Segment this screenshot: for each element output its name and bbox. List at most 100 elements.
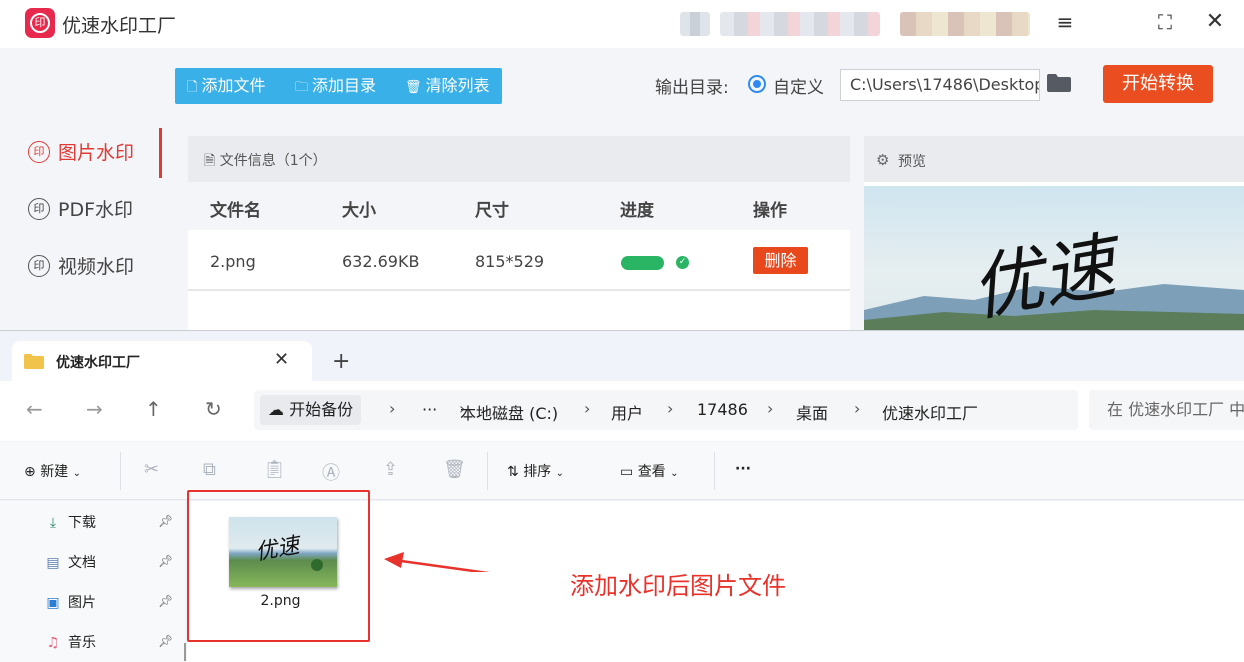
- app-logo-icon: 印: [25, 8, 55, 38]
- add-directory-button[interactable]: 🗀 添加目录: [295, 68, 376, 104]
- app-titlebar: 印 优速水印工厂 ≡ ⛶ ✕: [0, 0, 1244, 48]
- custom-output-label[interactable]: 自定义: [773, 73, 824, 98]
- sidebar-item-label: PDF水印: [58, 199, 134, 221]
- chevron-down-icon: ⌄: [72, 468, 82, 479]
- image-thumbnail: 优速: [229, 517, 337, 587]
- app-sidebar: 印图片水印 印 PDF水印 印视频水印: [0, 48, 162, 330]
- blurred-region: [720, 12, 880, 36]
- nav-item-music[interactable]: ♫ 音乐: [44, 632, 96, 652]
- file-item-highlighted[interactable]: 优速 2.png: [187, 490, 370, 642]
- maximize-button[interactable]: ⛶: [1148, 8, 1182, 36]
- explorer-navbar: ← → ↑ ↻ ☁ 开始备份 › ··· › 本地磁盘 (C:) › 用户 › …: [0, 381, 1244, 441]
- stamp-icon: 印: [28, 255, 50, 277]
- navigation-pane: ⤓ 下载 📌︎ ▤ 文档 📌︎ ▣ 图片 📌︎ ♫ 音乐 📌︎: [0, 501, 186, 662]
- chevron-right-icon: ›: [667, 399, 674, 418]
- plus-circle-icon: ⊕: [24, 464, 36, 480]
- annotation-arrow: [384, 552, 490, 572]
- cloud-backup-icon: ☁: [268, 400, 284, 419]
- paste-icon[interactable]: 📋︎: [263, 459, 286, 480]
- sidebar-item-pdf-watermark[interactable]: 印 PDF水印: [0, 185, 162, 235]
- divider: [714, 452, 715, 490]
- share-icon[interactable]: ⇪: [383, 459, 398, 480]
- pin-icon: 📌︎: [158, 554, 174, 568]
- breadcrumb-user[interactable]: 17486: [697, 400, 748, 419]
- row-file-dimensions: 815*529: [475, 252, 545, 271]
- pin-icon: 📌︎: [158, 514, 174, 528]
- new-button[interactable]: ⊕ 新建 ⌄: [24, 461, 81, 481]
- stamp-icon: 印: [28, 141, 50, 163]
- output-dir-label: 输出目录:: [655, 78, 729, 98]
- folder-icon: [24, 354, 44, 369]
- start-convert-button[interactable]: 开始转换: [1103, 65, 1213, 103]
- breadcrumb-desktop[interactable]: 桌面: [796, 400, 828, 424]
- new-tab-button[interactable]: +: [332, 349, 350, 374]
- column-header-dimensions: 尺寸: [475, 201, 509, 221]
- breadcrumb-folder[interactable]: 优速水印工厂: [882, 400, 978, 424]
- search-input[interactable]: 在 优速水印工厂 中: [1089, 390, 1244, 430]
- output-path-field[interactable]: C:\Users\17486\Desktop: [840, 69, 1040, 101]
- delete-icon[interactable]: 🗑︎: [443, 459, 466, 480]
- custom-output-radio[interactable]: [748, 75, 766, 93]
- add-file-button[interactable]: 🗋 添加文件: [187, 68, 265, 104]
- nav-item-documents[interactable]: ▤ 文档: [44, 552, 96, 572]
- address-bar[interactable]: ☁ 开始备份 › ··· › 本地磁盘 (C:) › 用户 › 17486 › …: [254, 390, 1078, 430]
- preview-header: ⚙ 预览: [864, 136, 1244, 182]
- check-icon: ✓: [676, 256, 689, 269]
- breadcrumb-drive[interactable]: 本地磁盘 (C:): [460, 400, 558, 424]
- annotation-text: 添加水印后图片文件: [570, 572, 786, 600]
- backup-chip[interactable]: ☁ 开始备份: [260, 395, 362, 425]
- sort-button[interactable]: ⇅ 排序 ⌄: [507, 461, 564, 481]
- svg-text:优速: 优速: [254, 533, 305, 566]
- sidebar-item-label: 视频水印: [58, 256, 135, 278]
- sidebar-item-label: 图片水印: [58, 142, 135, 164]
- explorer-tab[interactable]: 优速水印工厂 ✕: [12, 341, 312, 381]
- document-icon: ▤: [46, 555, 60, 571]
- delete-button[interactable]: 删除: [753, 247, 808, 274]
- preview-landscape: 优速: [864, 222, 1244, 330]
- divider: [487, 452, 488, 490]
- pictures-icon: ▣: [46, 595, 60, 611]
- gear-icon: ⚙: [876, 151, 890, 169]
- chevron-down-icon: ⌄: [670, 468, 679, 479]
- chevron-right-icon: ›: [767, 399, 774, 418]
- clear-list-button[interactable]: 🗑 清除列表: [405, 68, 490, 104]
- file-panel-header: 🗎 文件信息（1个）: [188, 136, 850, 182]
- column-header-name: 文件名: [210, 201, 261, 221]
- sort-icon: ⇅: [507, 464, 519, 480]
- back-arrow-icon[interactable]: ←: [26, 397, 43, 421]
- preview-panel: ⚙ 预览 优速: [864, 136, 1244, 330]
- sidebar-item-video-watermark[interactable]: 印视频水印: [0, 242, 162, 292]
- row-file-name: 2.png: [210, 252, 256, 271]
- row-file-size: 632.69KB: [342, 252, 420, 271]
- column-header-progress: 进度: [620, 201, 654, 221]
- sidebar-item-image-watermark[interactable]: 印图片水印: [0, 128, 162, 178]
- chevron-right-icon: ›: [389, 399, 396, 418]
- file-info-panel: 🗎 文件信息（1个） 文件名 大小 尺寸 进度 操作 2.png 632.69K…: [188, 136, 850, 330]
- cut-icon[interactable]: ✂: [144, 459, 159, 480]
- row-divider: [188, 289, 850, 291]
- view-button[interactable]: ▭ 查看 ⌄: [620, 461, 679, 481]
- copy-icon[interactable]: ⧉: [203, 459, 216, 480]
- preview-title: 预览: [898, 154, 926, 170]
- scrollbar[interactable]: [184, 643, 186, 661]
- tab-title: 优速水印工厂: [56, 355, 140, 371]
- breadcrumb-more[interactable]: ···: [422, 400, 437, 419]
- watermark-app-window: 印 优速水印工厂 ≡ ⛶ ✕ 印图片水印 印 PDF水印 印视频水印 🗋 添加文件 …: [0, 0, 1244, 330]
- up-arrow-icon[interactable]: ↑: [145, 397, 162, 421]
- tab-close-icon[interactable]: ✕: [274, 349, 289, 370]
- column-header-size: 大小: [342, 201, 376, 221]
- close-button[interactable]: ✕: [1198, 8, 1232, 36]
- music-icon: ♫: [46, 635, 60, 651]
- more-options-button[interactable]: ···: [735, 461, 751, 477]
- breadcrumb-users[interactable]: 用户: [611, 400, 643, 424]
- menu-button[interactable]: ≡: [1048, 8, 1082, 36]
- folder-icon[interactable]: [1047, 74, 1071, 92]
- nav-item-downloads[interactable]: ⤓ 下载: [44, 512, 96, 532]
- preview-image: 优速: [864, 186, 1244, 330]
- trash-icon: 🗑: [405, 80, 422, 95]
- rename-icon[interactable]: Ⓐ: [322, 459, 340, 485]
- forward-arrow-icon[interactable]: →: [86, 397, 103, 421]
- refresh-icon[interactable]: ↻: [205, 397, 222, 421]
- nav-item-pictures[interactable]: ▣ 图片: [44, 592, 96, 612]
- pin-icon: 📌︎: [158, 594, 174, 608]
